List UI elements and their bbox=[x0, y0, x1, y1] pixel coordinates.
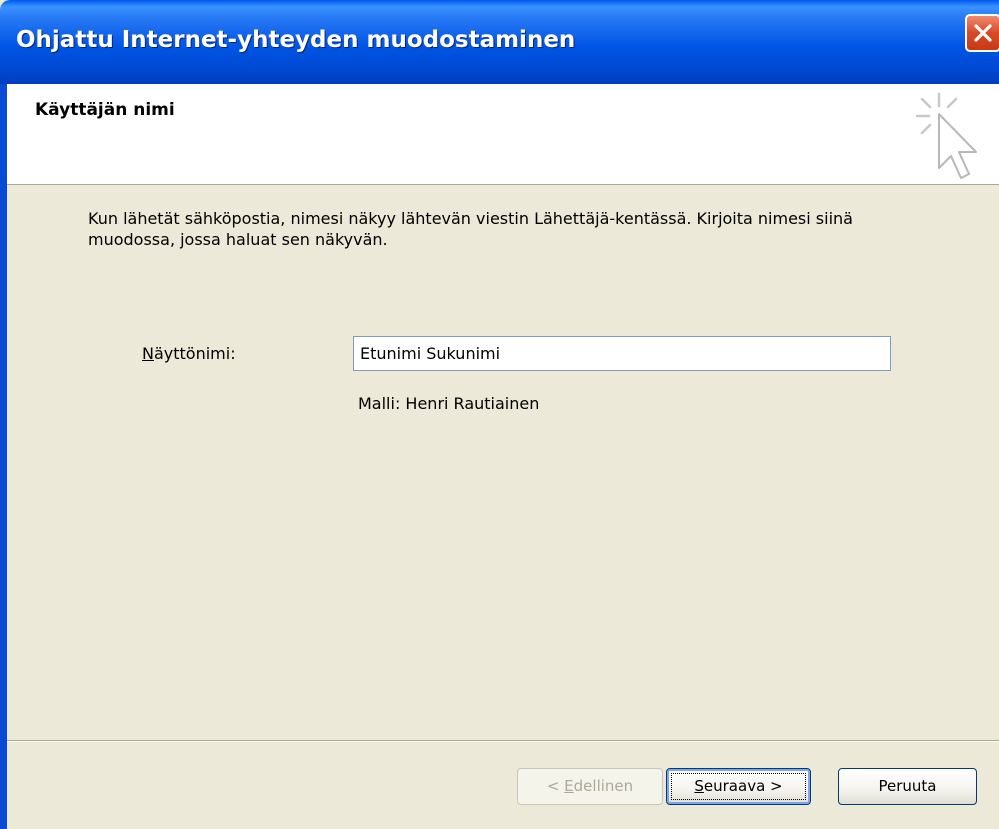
wizard-cursor-icon bbox=[915, 92, 977, 179]
next-accel: S bbox=[694, 777, 704, 795]
window-title: Ohjattu Internet-yhteyden muodostaminen bbox=[16, 27, 576, 53]
cancel-button[interactable]: Peruuta bbox=[838, 768, 977, 805]
title-bar[interactable]: Ohjattu Internet-yhteyden muodostaminen bbox=[0, 0, 999, 84]
back-rest: dellinen bbox=[573, 777, 634, 795]
close-button[interactable] bbox=[965, 14, 999, 52]
description-text: Kun lähetät sähköpostia, nimesi näkyy lä… bbox=[88, 209, 853, 249]
example-text: Malli: Henri Rautiainen bbox=[358, 394, 540, 413]
back-accel: E bbox=[564, 777, 574, 795]
next-rest: euraava > bbox=[703, 777, 783, 795]
back-prefix: < bbox=[546, 777, 565, 795]
footer-separator bbox=[7, 740, 999, 742]
next-button[interactable]: Seuraava > bbox=[666, 768, 811, 805]
back-button[interactable]: < Edellinen bbox=[517, 768, 663, 805]
wizard-header: Käyttäjän nimi bbox=[7, 84, 999, 185]
display-name-label-rest: äyttönimi: bbox=[153, 344, 236, 363]
display-name-label: Näyttönimi: bbox=[142, 344, 236, 363]
display-name-label-accel: N bbox=[142, 344, 154, 363]
display-name-input[interactable] bbox=[353, 336, 891, 371]
wizard-window: Ohjattu Internet-yhteyden muodostaminen … bbox=[0, 0, 999, 829]
close-icon bbox=[974, 24, 992, 42]
page-heading: Käyttäjän nimi bbox=[35, 100, 175, 120]
window-frame-left bbox=[0, 84, 7, 829]
